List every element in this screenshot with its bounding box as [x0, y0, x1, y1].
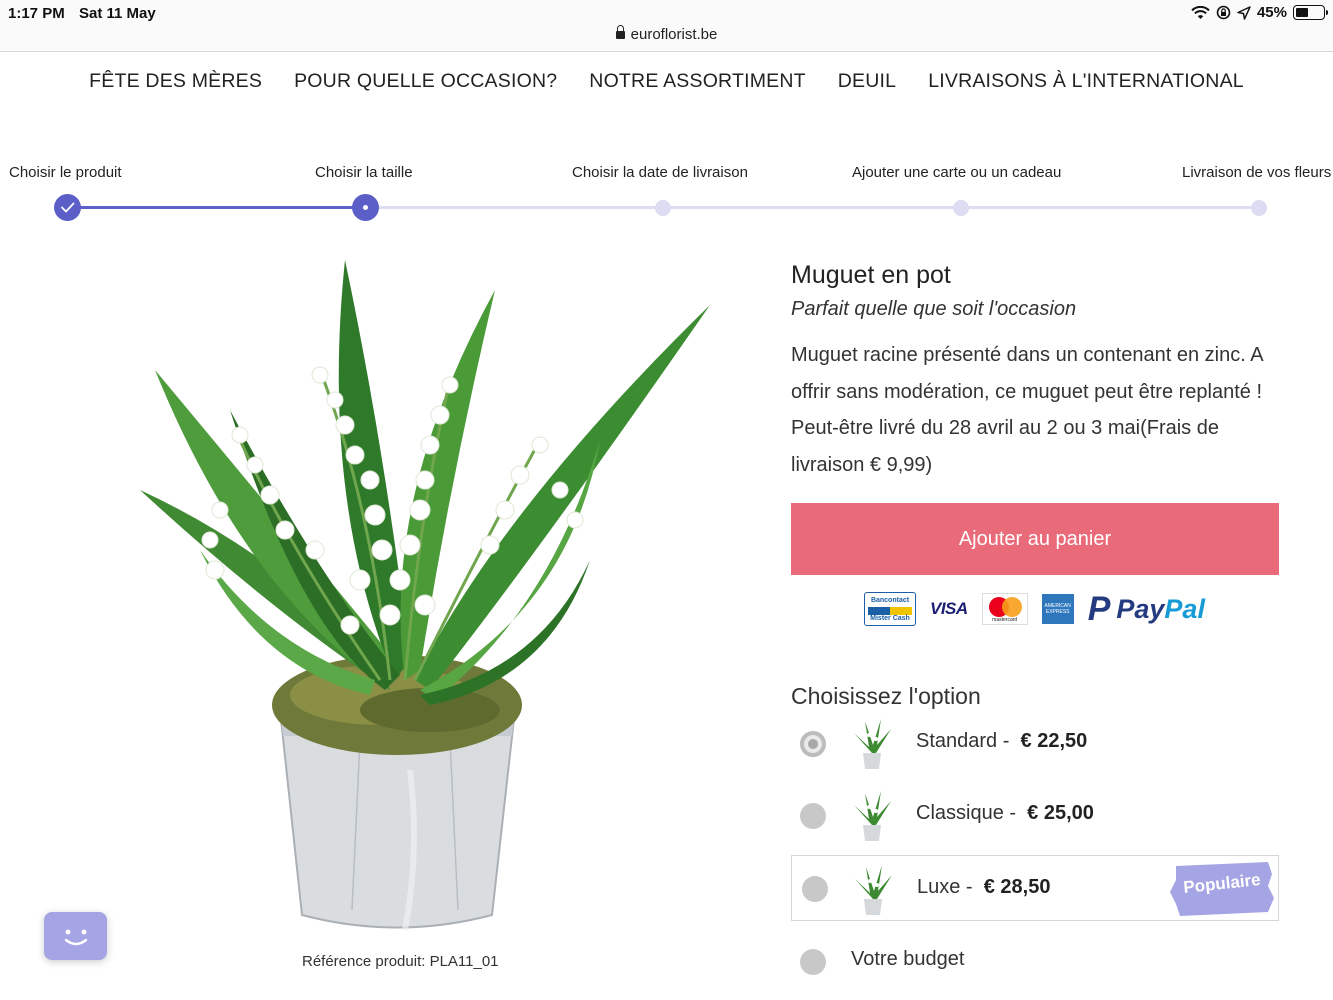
- nav-item-deuil[interactable]: DEUIL: [838, 70, 896, 93]
- product-image: [140, 260, 710, 931]
- product-title: Muguet en pot: [791, 261, 951, 289]
- option-radio[interactable]: [802, 876, 828, 902]
- option-radio-selected[interactable]: [800, 731, 826, 757]
- chat-face-icon: [64, 929, 88, 946]
- option-radio[interactable]: [800, 949, 826, 975]
- url-text: euroflorist.be: [630, 26, 718, 43]
- visa-icon: VISA: [930, 599, 968, 618]
- payment-methods: Bancontact Mister Cash VISA mastercard A…: [864, 592, 1205, 626]
- option-thumbnail: [854, 719, 891, 769]
- battery-icon: [1293, 5, 1328, 20]
- paypal-p-icon: P: [1087, 590, 1111, 628]
- status-time: 1:17 PM: [8, 5, 65, 22]
- option-price: € 22,50: [1020, 730, 1088, 752]
- product-reference: Référence produit: PLA11_01: [302, 953, 499, 970]
- mister-cash-label: Mister Cash: [870, 615, 910, 622]
- step-dot-produit[interactable]: [54, 194, 81, 221]
- nav-item-assortiment[interactable]: NOTRE ASSORTIMENT: [589, 70, 805, 93]
- mastercard-label: mastercard: [992, 617, 1018, 623]
- option-thumbnail: [854, 791, 891, 841]
- paypal-icon: P PayPal: [1088, 592, 1205, 626]
- battery-fill: [1296, 8, 1308, 17]
- option-label: Classique - € 25,00: [916, 802, 1094, 825]
- amex-icon: AMERICAN EXPRESS: [1041, 594, 1074, 624]
- nav-item-fete-des-meres[interactable]: FÊTE DES MÈRES: [89, 70, 262, 93]
- option-price: € 28,50: [983, 876, 1051, 898]
- step-dot-livraison: [1251, 200, 1267, 216]
- option-classique[interactable]: Classique - € 25,00: [791, 782, 1279, 848]
- battery-percent: 45%: [1256, 4, 1287, 21]
- screen-lock-icon: [1216, 5, 1231, 20]
- step-dot-carte: [953, 200, 969, 216]
- option-label: Luxe - € 28,50: [917, 876, 1050, 899]
- check-icon: [61, 202, 75, 213]
- option-standard[interactable]: Standard - € 22,50: [791, 710, 1279, 776]
- step-label-livraison: Livraison de vos fleurs: [1182, 164, 1332, 181]
- option-luxe[interactable]: Luxe - € 28,50 Populaire: [791, 855, 1279, 921]
- option-radio[interactable]: [800, 803, 826, 829]
- option-votre-budget[interactable]: Votre budget: [791, 928, 1279, 994]
- step-current-marker: [363, 205, 368, 210]
- paypal-pay: Pay: [1116, 593, 1165, 624]
- location-icon: [1237, 5, 1251, 20]
- option-name: Luxe -: [917, 876, 973, 898]
- chat-button[interactable]: [44, 912, 107, 960]
- status-date: Sat 11 May: [79, 5, 156, 22]
- step-dot-taille[interactable]: [352, 194, 379, 221]
- bancontact-band: [868, 607, 912, 615]
- step-label-produit: Choisir le produit: [9, 164, 122, 181]
- product-description: Muguet racine présenté dans un contenant…: [791, 344, 1263, 476]
- main-nav: FÊTE DES MÈRES POUR QUELLE OCCASION? NOT…: [0, 70, 1333, 93]
- option-label: Standard - € 22,50: [916, 730, 1087, 753]
- option-name: Votre budget: [851, 948, 965, 970]
- step-track-todo: [366, 206, 1260, 209]
- bancontact-icon: Bancontact Mister Cash: [864, 592, 916, 626]
- option-thumbnail: [855, 865, 892, 915]
- paypal-pal: Pal: [1164, 593, 1205, 624]
- add-to-cart-button[interactable]: Ajouter au panier: [791, 503, 1279, 575]
- step-label-date: Choisir la date de livraison: [572, 164, 748, 181]
- nav-item-occasion[interactable]: POUR QUELLE OCCASION?: [294, 70, 557, 93]
- bancontact-label: Bancontact: [870, 597, 910, 604]
- options-title: Choisissez l'option: [791, 683, 981, 709]
- step-label-carte: Ajouter une carte ou un cadeau: [852, 164, 1062, 181]
- status-right: 45%: [1191, 4, 1328, 21]
- nav-item-international[interactable]: LIVRAISONS À L'INTERNATIONAL: [928, 70, 1244, 93]
- popular-badge: Populaire: [1168, 860, 1276, 918]
- option-price: € 25,00: [1027, 802, 1094, 824]
- step-dot-date: [655, 200, 671, 216]
- mastercard-icon: mastercard: [981, 593, 1028, 625]
- address-bar[interactable]: euroflorist.be: [0, 25, 1333, 43]
- option-name: Classique -: [916, 802, 1017, 824]
- step-track-done: [67, 206, 366, 209]
- wifi-icon: [1191, 5, 1210, 19]
- option-label: Votre budget: [851, 948, 964, 971]
- option-name: Standard -: [916, 730, 1010, 752]
- step-label-taille: Choisir la taille: [315, 164, 413, 181]
- product-subtitle: Parfait quelle que soit l'occasion: [791, 298, 1077, 320]
- lock-icon: [615, 25, 625, 39]
- status-bar: 1:17 PM Sat 11 May 45% euroflorist.be: [0, 0, 1333, 52]
